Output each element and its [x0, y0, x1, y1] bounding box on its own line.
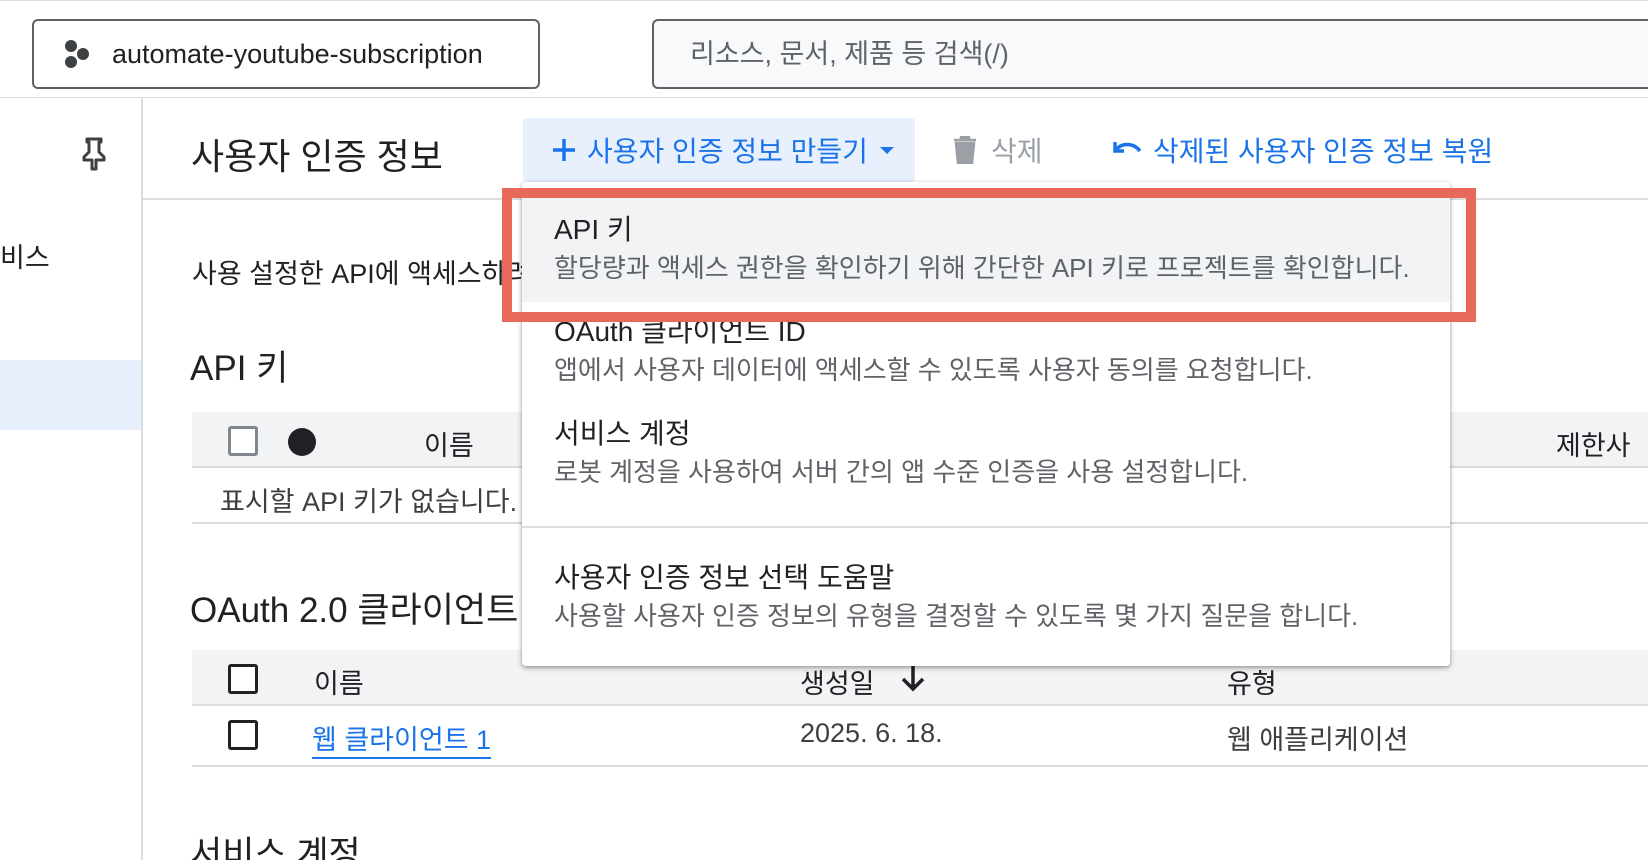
- menu-divider: [522, 526, 1450, 528]
- project-name: automate-youtube-subscription: [112, 38, 483, 69]
- plus-icon: [551, 137, 577, 163]
- oauth-client-name[interactable]: 웹 클라이언트 1: [312, 725, 492, 759]
- create-credentials-button[interactable]: 사용자 인증 정보 만들기: [523, 118, 915, 182]
- caret-down-icon: [878, 144, 896, 156]
- restore-deleted-credentials-button[interactable]: 삭제된 사용자 인증 정보 복원: [1111, 118, 1493, 182]
- oauth-client-type: 웹 애플리케이션: [1227, 725, 1409, 755]
- menu-item-service-account[interactable]: 서비스 계정 로봇 계정을 사용하여 서버 간의 앱 수준 인증을 사용 설정합…: [522, 402, 1450, 512]
- search-box[interactable]: [652, 19, 1648, 89]
- oauth-client-created: 2025. 6. 18.: [800, 718, 943, 748]
- menu-item-desc: 로봇 계정을 사용하여 서버 간의 앱 수준 인증을 사용 설정합니다.: [554, 457, 1249, 487]
- search-input[interactable]: [690, 38, 1590, 70]
- project-hexagon-icon: [62, 40, 92, 68]
- menu-item-desc: 사용할 사용자 인증 정보의 유형을 결정할 수 있도록 몇 가지 질문을 합니…: [554, 601, 1359, 631]
- oauth-row-checkbox[interactable]: [228, 720, 258, 750]
- api-keys-empty-message: 표시할 API 키가 없습니다.: [220, 487, 518, 517]
- api-keys-select-all-checkbox[interactable]: [228, 426, 258, 456]
- api-keys-col-restrictions[interactable]: 제한사: [1556, 424, 1631, 463]
- api-keys-col-name[interactable]: 이름: [424, 424, 474, 463]
- sort-arrow-down-icon[interactable]: [900, 662, 926, 692]
- oauth-col-name[interactable]: 이름: [314, 662, 364, 701]
- oauth-section-title: OAuth 2.0 클라이언트: [190, 591, 519, 630]
- oauth-col-created[interactable]: 생성일: [800, 662, 875, 701]
- sidebar: 비스: [0, 98, 143, 860]
- undo-icon: [1111, 138, 1143, 162]
- oauth-select-all-checkbox[interactable]: [228, 664, 258, 694]
- divider: [192, 765, 1648, 767]
- page-title: 사용자 인증 정보: [191, 136, 443, 177]
- intro-text: 사용 설정한 API에 액세스하려: [192, 259, 532, 289]
- pin-icon[interactable]: [78, 136, 110, 172]
- menu-item-desc: 앱에서 사용자 데이터에 액세스할 수 있도록 사용자 동의를 요청합니다.: [554, 355, 1313, 385]
- top-bar: automate-youtube-subscription: [0, 0, 1648, 98]
- oauth-col-created-label: 생성일: [800, 669, 875, 699]
- restore-label: 삭제된 사용자 인증 정보 복원: [1153, 136, 1494, 167]
- oauth-client-link[interactable]: 웹 클라이언트 1: [312, 718, 492, 759]
- annotation-highlight-box: [502, 188, 1476, 322]
- create-credentials-label: 사용자 인증 정보 만들기: [587, 136, 868, 167]
- sidebar-item-services[interactable]: 비스: [0, 236, 50, 275]
- service-accounts-title: 서비스 계정: [190, 835, 361, 860]
- trash-icon: [953, 136, 977, 164]
- project-picker-button[interactable]: automate-youtube-subscription: [32, 19, 540, 89]
- sidebar-item-active[interactable]: [0, 360, 141, 430]
- delete-button[interactable]: 삭제: [953, 118, 1043, 182]
- api-keys-title: API 키: [190, 349, 289, 388]
- menu-item-title: 사용자 인증 정보 선택 도움말: [554, 562, 895, 593]
- menu-item-help-me-choose[interactable]: 사용자 인증 정보 선택 도움말 사용할 사용자 인증 정보의 유형을 결정할 …: [522, 532, 1450, 652]
- oauth-col-type[interactable]: 유형: [1227, 662, 1277, 701]
- delete-label: 삭제: [991, 136, 1043, 167]
- status-dot-icon: [288, 428, 316, 456]
- menu-item-title: 서비스 계정: [554, 418, 691, 449]
